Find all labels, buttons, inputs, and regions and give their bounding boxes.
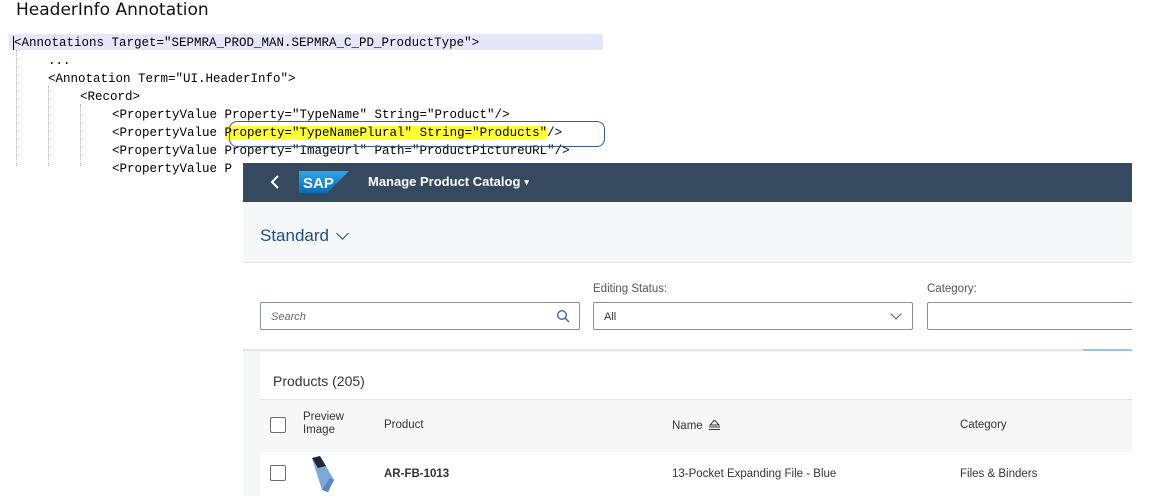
code-line-1: <Annotations Target="SEPMRA_PROD_MAN.SEP… [13, 34, 479, 52]
filter-divider [243, 349, 1132, 351]
select-all-checkbox[interactable] [270, 417, 286, 433]
variant-label: Standard [260, 226, 329, 245]
column-preview-image[interactable]: Preview Image [303, 411, 363, 437]
collapse-indicator [1083, 349, 1132, 351]
caret-down-icon: ▾ [524, 177, 529, 187]
code-text: <Annotations Target="SEPMRA_PROD_MAN.SEP… [14, 36, 480, 50]
app-title-menu[interactable]: Manage Product Catalog ▾ [368, 174, 529, 189]
indent-guide [80, 104, 81, 166]
table-title: Products (205) [273, 373, 365, 389]
indent-guide [16, 50, 17, 166]
table-row[interactable]: AR-FB-1013 13-Pocket Expanding File - Bl… [260, 452, 1132, 496]
table-header: Preview Image Product Name Category [260, 399, 1132, 453]
code-line-3: <Annotation Term="UI.HeaderInfo"> [48, 72, 296, 86]
cell-product: AR-FB-1013 [384, 468, 450, 480]
filter-bar: Editing Status: Category: Search All [243, 262, 1132, 351]
expanding-file-thumbnail-icon [312, 456, 334, 492]
column-name-label: Name [672, 420, 703, 432]
cell-name: 13-Pocket Expanding File - Blue [672, 468, 837, 480]
search-input[interactable]: Search [260, 302, 580, 330]
app-title: Manage Product Catalog [368, 174, 521, 189]
sap-logo-icon: SAP [299, 171, 349, 193]
search-icon[interactable] [556, 309, 570, 323]
column-name[interactable]: Name [672, 419, 720, 432]
cell-category: Files & Binders [960, 468, 1038, 480]
shell-bar: SAP Manage Product Catalog ▾ [243, 163, 1132, 202]
editing-status-label: Editing Status: [593, 283, 668, 295]
code-line-2: ... [48, 54, 71, 68]
editing-status-select[interactable]: All [593, 302, 913, 330]
variant-bar: Standard [243, 202, 1132, 262]
code-text: <PropertyValue [112, 126, 225, 140]
variant-selector[interactable]: Standard [260, 226, 349, 246]
sort-ascending-icon [708, 420, 720, 430]
sap-logo-text: SAP [303, 175, 334, 192]
code-line-8-partial: <PropertyValue P [112, 162, 233, 176]
column-category[interactable]: Category [960, 419, 1007, 431]
fiori-app: SAP Manage Product Catalog ▾ Standard Edi… [243, 163, 1132, 496]
doc-title: HeaderInfo Annotation [16, 0, 209, 20]
search-placeholder: Search [271, 311, 306, 323]
sap-logo[interactable]: SAP [299, 171, 349, 193]
category-input[interactable] [927, 302, 1132, 330]
code-line-4: <Record> [80, 90, 141, 104]
chevron-down-icon [336, 227, 349, 240]
products-table: Products (205) Preview Image Product Nam… [260, 352, 1132, 496]
indent-guide [48, 86, 49, 166]
row-checkbox[interactable] [270, 465, 286, 481]
chevron-left-icon [270, 175, 279, 189]
category-label: Category: [927, 283, 977, 295]
callout-ellipse [229, 121, 605, 147]
column-product[interactable]: Product [384, 419, 424, 431]
editing-status-value: All [604, 311, 617, 323]
back-button[interactable] [265, 171, 285, 193]
chevron-down-icon [890, 308, 902, 320]
